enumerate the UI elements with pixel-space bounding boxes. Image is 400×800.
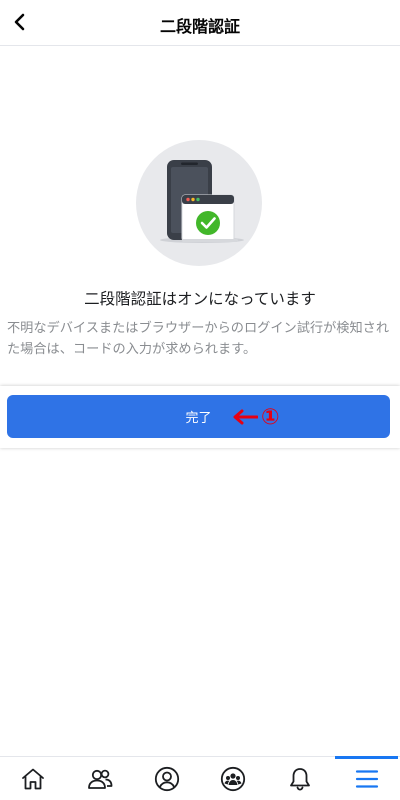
check-circle-icon [196, 211, 220, 235]
tab-notifications[interactable] [267, 757, 334, 800]
status-description: 不明なデバイスまたはブラウザーからのログイン試行が検知された場合は、コードの入力… [7, 321, 390, 357]
bottom-tab-bar [0, 756, 400, 800]
arrow-left-icon [233, 409, 258, 425]
menu-icon [355, 769, 378, 788]
annotation-number: ① [261, 404, 280, 430]
tab-home[interactable] [0, 757, 67, 800]
status-title: 二段階認証はオンになっています [84, 290, 316, 308]
profile-icon [154, 766, 179, 791]
done-button[interactable]: 完了 [7, 395, 390, 438]
page-title: 二段階認証 [159, 17, 240, 36]
tab-profile[interactable] [133, 757, 200, 800]
home-icon [22, 768, 45, 789]
bell-icon [290, 767, 310, 791]
tab-menu[interactable] [333, 756, 400, 800]
top-bar: 二段階認証 [0, 0, 400, 46]
tab-friends[interactable] [67, 757, 134, 800]
two-factor-illustration [136, 140, 262, 266]
tab-groups[interactable] [200, 757, 267, 800]
step-annotation: ① [232, 403, 280, 431]
done-button-label: 完了 [185, 411, 212, 426]
friends-icon [88, 769, 113, 789]
groups-icon [221, 766, 246, 791]
button-area: 完了 [0, 386, 400, 448]
